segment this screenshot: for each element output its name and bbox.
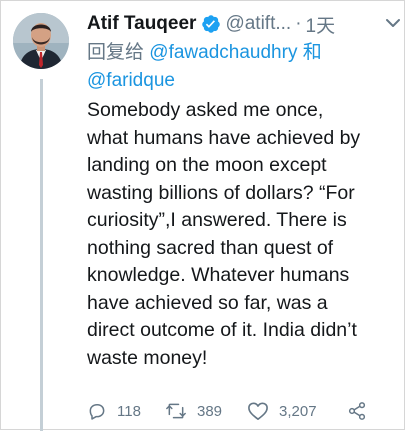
like-count: 3,207 [279, 402, 317, 420]
retweet-icon [166, 403, 186, 419]
reply-button[interactable]: 118 [87, 401, 165, 421]
share-icon [348, 402, 366, 420]
share-button[interactable] [347, 401, 367, 421]
like-button[interactable]: 3,207 [247, 401, 347, 421]
mention-joiner: 和 [302, 42, 322, 63]
separator-dot: · [295, 13, 302, 34]
tweet-card: Atif Tauqeer @atift... · 1天 回复给 @fawadch… [0, 0, 405, 431]
retweet-button[interactable]: 389 [165, 401, 247, 421]
verified-badge-icon [201, 14, 221, 34]
reply-count: 118 [117, 402, 141, 420]
mention-link[interactable]: @fawadchaudhry [149, 42, 297, 63]
user-handle[interactable]: @atift... [225, 13, 291, 35]
retweet-count: 389 [197, 402, 223, 420]
chevron-down-icon[interactable] [383, 13, 403, 33]
tweet-header: Atif Tauqeer @atift... · 1天 [87, 11, 405, 37]
reply-bubble-icon [89, 404, 105, 420]
heart-icon [248, 402, 268, 420]
display-name[interactable]: Atif Tauqeer [87, 13, 196, 35]
avatar[interactable] [13, 13, 69, 69]
user-avatar-icon [13, 13, 69, 69]
replying-to: 回复给 @fawadchaudhry 和 @faridque [87, 39, 399, 95]
tweet-actions: 118 389 3,207 [87, 399, 367, 423]
mention-link[interactable]: @faridque [87, 70, 175, 91]
thread-connector-line [40, 79, 43, 431]
tweet-text: Somebody asked me once, what humans have… [87, 99, 361, 369]
timestamp[interactable]: 1天 [306, 11, 336, 37]
reply-prefix: 回复给 [87, 42, 145, 63]
